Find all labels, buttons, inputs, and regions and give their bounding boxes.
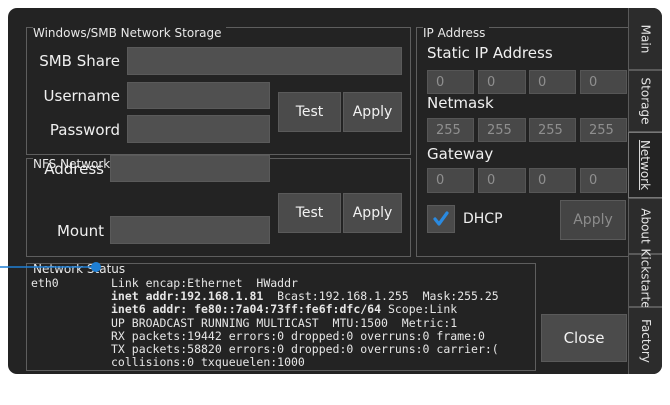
nfs-apply-button[interactable]: Apply — [343, 193, 402, 233]
smb-test-button[interactable]: Test — [278, 92, 341, 132]
static-ip-octet-2[interactable]: 0 — [478, 70, 526, 94]
static-ip-octet-1[interactable]: 0 — [427, 70, 474, 94]
close-button[interactable]: Close — [541, 314, 627, 362]
netmask-octet-2[interactable]: 255 — [478, 118, 526, 142]
smb-share-label: SMB Share — [39, 52, 120, 70]
ip-apply-button[interactable]: Apply — [560, 200, 626, 240]
inet-addr-text: inet addr:192.168.1.81 — [111, 289, 264, 304]
smb-group-title: Windows/SMB Network Storage — [33, 26, 226, 40]
netmask-octet-4[interactable]: 255 — [580, 118, 627, 142]
address-label: Address — [44, 160, 104, 178]
status-text: Link encap:Ethernet HWaddr inet addr:192… — [111, 276, 499, 370]
checkmark-icon — [433, 211, 449, 226]
nfs-mount-input[interactable] — [110, 216, 270, 244]
username-label: Username — [43, 87, 120, 105]
gateway-octet-3[interactable]: 0 — [529, 168, 576, 193]
inet6-addr-text: inet6 addr: fe80::7a04:73ff:fe6f:dfc/64 — [111, 302, 382, 317]
gateway-octet-2[interactable]: 0 — [478, 168, 526, 193]
gateway-octet-4[interactable]: 0 — [580, 168, 627, 193]
network-status-group: Network Status eth0 Link encap:Ethernet … — [26, 263, 536, 371]
tab-kickstarter[interactable]: Kickstarter — [628, 248, 662, 313]
static-ip-label: Static IP Address — [427, 44, 553, 62]
dhcp-checkbox[interactable] — [427, 205, 455, 233]
tab-main[interactable]: Main — [628, 8, 662, 70]
static-ip-octet-4[interactable]: 0 — [580, 70, 627, 94]
netmask-octet-3[interactable]: 255 — [529, 118, 576, 142]
status-line-7: collisions:0 txqueuelen:1000 — [111, 355, 305, 370]
tab-storage[interactable]: Storage — [628, 70, 662, 132]
status-line-4: UP BROADCAST RUNNING MULTICAST MTU:1500 … — [111, 315, 458, 330]
ip-group-title: IP Address — [423, 26, 490, 40]
netmask-octet-1[interactable]: 255 — [427, 118, 474, 142]
inet6-rest-text: Scope:Link — [381, 302, 458, 317]
dhcp-label: DHCP — [463, 211, 503, 227]
nfs-address-input[interactable] — [110, 155, 270, 182]
status-line-3: inet6 addr: fe80::7a04:73ff:fe6f:dfc/64 … — [111, 303, 499, 316]
password-input[interactable] — [127, 115, 270, 143]
nfs-test-button[interactable]: Test — [278, 193, 341, 233]
tab-about[interactable]: About — [628, 198, 662, 254]
gateway-label: Gateway — [427, 145, 494, 163]
tab-factory[interactable]: Factory — [628, 307, 662, 374]
mount-label: Mount — [56, 222, 104, 240]
smb-apply-button[interactable]: Apply — [343, 92, 402, 132]
username-input[interactable] — [127, 82, 270, 109]
app-window: Windows/SMB Network Storage SMB Share Us… — [8, 8, 662, 374]
inet-rest-text: Bcast:192.168.1.255 Mask:255.25 — [263, 289, 499, 304]
smb-share-input[interactable] — [127, 47, 402, 75]
gateway-octet-1[interactable]: 0 — [427, 168, 474, 193]
password-label: Password — [49, 121, 120, 139]
static-ip-octet-3[interactable]: 0 — [529, 70, 576, 94]
callout-pointer — [0, 262, 101, 272]
interface-name: eth0 — [31, 276, 59, 290]
netmask-label: Netmask — [427, 94, 494, 112]
tab-network[interactable]: Network — [628, 132, 662, 198]
